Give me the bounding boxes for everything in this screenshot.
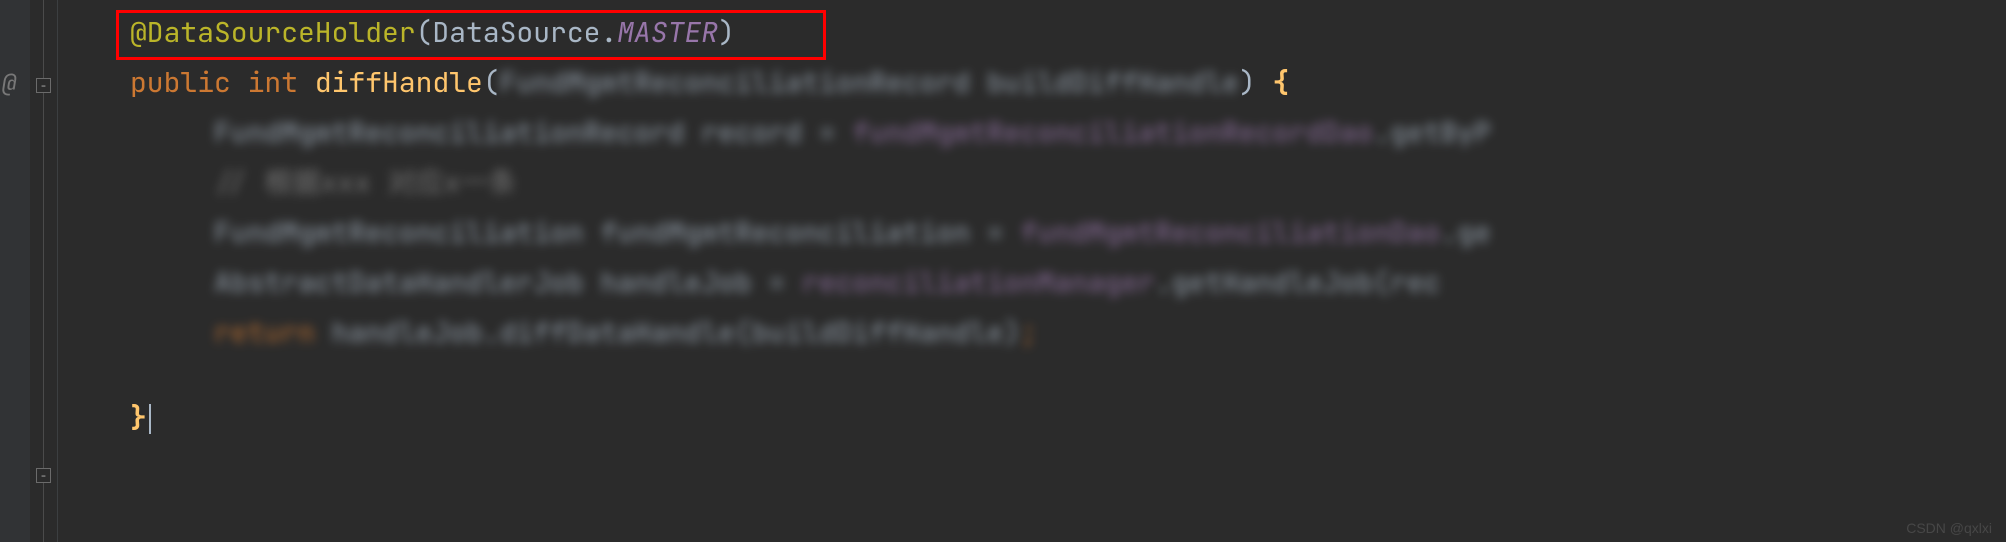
open-paren: ( xyxy=(483,64,500,101)
code-line-method-signature[interactable]: public int diffHandle(FundMgmtReconcilia… xyxy=(58,58,2006,108)
close-brace: } xyxy=(130,399,147,436)
code-content[interactable]: @DataSourceHolder(DataSource.MASTER) pub… xyxy=(58,0,2006,542)
code-line-body[interactable]: FundMgmtReconciliation fundMgmtReconcili… xyxy=(58,208,2006,258)
fold-gutter xyxy=(30,0,58,542)
code-line-body[interactable]: FundMgmtReconciliationRecord record = fu… xyxy=(58,108,2006,158)
code-line-annotation[interactable]: @DataSourceHolder(DataSource.MASTER) xyxy=(58,8,2006,58)
suffix-blurred: .getByP xyxy=(1373,114,1491,151)
class-reference: DataSource xyxy=(432,14,600,51)
open-brace: { xyxy=(1273,64,1290,101)
statement-blurred: FundMgmtReconciliationRecord record = xyxy=(214,114,852,151)
code-editor[interactable]: @ @DataSourceHolder(DataSource.MASTER) p… xyxy=(0,0,2006,542)
gutter-annotations: @ xyxy=(0,0,30,542)
suffix-blurred: .getHandleJob(rec xyxy=(1155,264,1441,301)
return-expr-blurred: handleJob.diffDataHandle(buildDiffHandle… xyxy=(315,314,1021,351)
semicolon-blurred: ; xyxy=(1020,314,1037,351)
return-type: int xyxy=(248,64,298,101)
watermark-text: CSDN @qxlxi xyxy=(1906,520,1992,536)
dot-operator: . xyxy=(600,14,617,51)
enum-constant: MASTER xyxy=(617,14,718,51)
suffix-blurred: .ge xyxy=(1440,214,1490,251)
modifier-keyword: public xyxy=(130,64,231,101)
annotation-name: @DataSourceHolder xyxy=(130,14,416,51)
statement-blurred: AbstractDataHandlerJob handleJob = xyxy=(214,264,802,301)
fold-toggle-icon[interactable] xyxy=(36,78,51,93)
statement-blurred: FundMgmtReconciliation fundMgmtReconcili… xyxy=(214,214,1020,251)
close-paren: ) xyxy=(718,14,735,51)
code-line-comment[interactable]: // 根据xxx 对应x一条 xyxy=(58,158,2006,208)
close-paren: ) xyxy=(1239,64,1256,101)
field-blurred: fundMgmtReconciliationDao xyxy=(1020,214,1440,251)
comment-blurred: // 根据xxx 对应x一条 xyxy=(214,164,516,201)
method-name: diffHandle xyxy=(315,64,483,101)
code-line-close-brace[interactable]: } xyxy=(58,398,2006,438)
parameter-blurred: FundMgmtReconciliationRecord buildDiffHa… xyxy=(500,64,1239,101)
text-cursor xyxy=(149,404,151,434)
open-paren: ( xyxy=(416,14,433,51)
fold-toggle-icon[interactable] xyxy=(36,468,51,483)
return-keyword-blurred: return xyxy=(214,314,315,351)
override-icon[interactable]: @ xyxy=(2,68,16,99)
field-blurred: reconciliationManager xyxy=(802,264,1155,301)
code-line-body[interactable]: AbstractDataHandlerJob handleJob = recon… xyxy=(58,258,2006,308)
field-blurred: fundMgmtReconciliationRecordDao xyxy=(852,114,1373,151)
code-line-return[interactable]: return handleJob.diffDataHandle(buildDif… xyxy=(58,308,2006,358)
empty-line[interactable] xyxy=(58,358,2006,398)
